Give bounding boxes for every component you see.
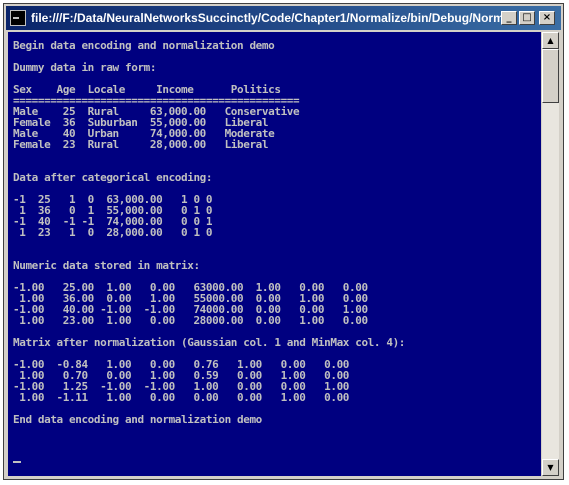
console-line: Numeric data stored in matrix:: [13, 259, 200, 272]
console-line: Matrix after normalization (Gaussian col…: [13, 336, 406, 349]
console-output[interactable]: Begin data encoding and normalization de…: [8, 32, 541, 476]
maximize-button[interactable]: □: [519, 11, 535, 25]
caption-buttons: _ □ ×: [501, 11, 555, 25]
scroll-up-button[interactable]: ▲: [542, 32, 559, 49]
vertical-scrollbar[interactable]: ▲ ▼: [542, 32, 559, 476]
console-line: 1.00 23.00 1.00 0.00 28000.00 0.00 1.00 …: [13, 314, 368, 327]
window-title: file:///F:/Data/NeuralNetworksSuccinctly…: [31, 11, 501, 25]
console-line: Data after categorical encoding:: [13, 171, 213, 184]
close-button[interactable]: ×: [539, 11, 555, 25]
console-window: file:///F:/Data/NeuralNetworksSuccinctly…: [3, 3, 564, 480]
scroll-thumb[interactable]: [542, 49, 559, 103]
console-line: Begin data encoding and normalization de…: [13, 39, 275, 52]
console-line: Dummy data in raw form:: [13, 61, 157, 74]
console-line: 1.00 -1.11 1.00 0.00 0.00 0.00 1.00 0.00: [13, 391, 350, 404]
console-text: Begin data encoding and normalization de…: [8, 32, 541, 425]
console-line: End data encoding and normalization demo: [13, 413, 262, 426]
scroll-down-button[interactable]: ▼: [542, 459, 559, 476]
console-icon[interactable]: [10, 10, 26, 26]
console-line: 1 23 1 0 28,000.00 0 1 0: [13, 226, 213, 239]
minimize-button[interactable]: _: [501, 11, 517, 25]
title-bar[interactable]: file:///F:/Data/NeuralNetworksSuccinctly…: [6, 6, 561, 30]
text-cursor: [13, 461, 21, 463]
console-line: Female 23 Rural 28,000.00 Liberal: [13, 138, 269, 151]
